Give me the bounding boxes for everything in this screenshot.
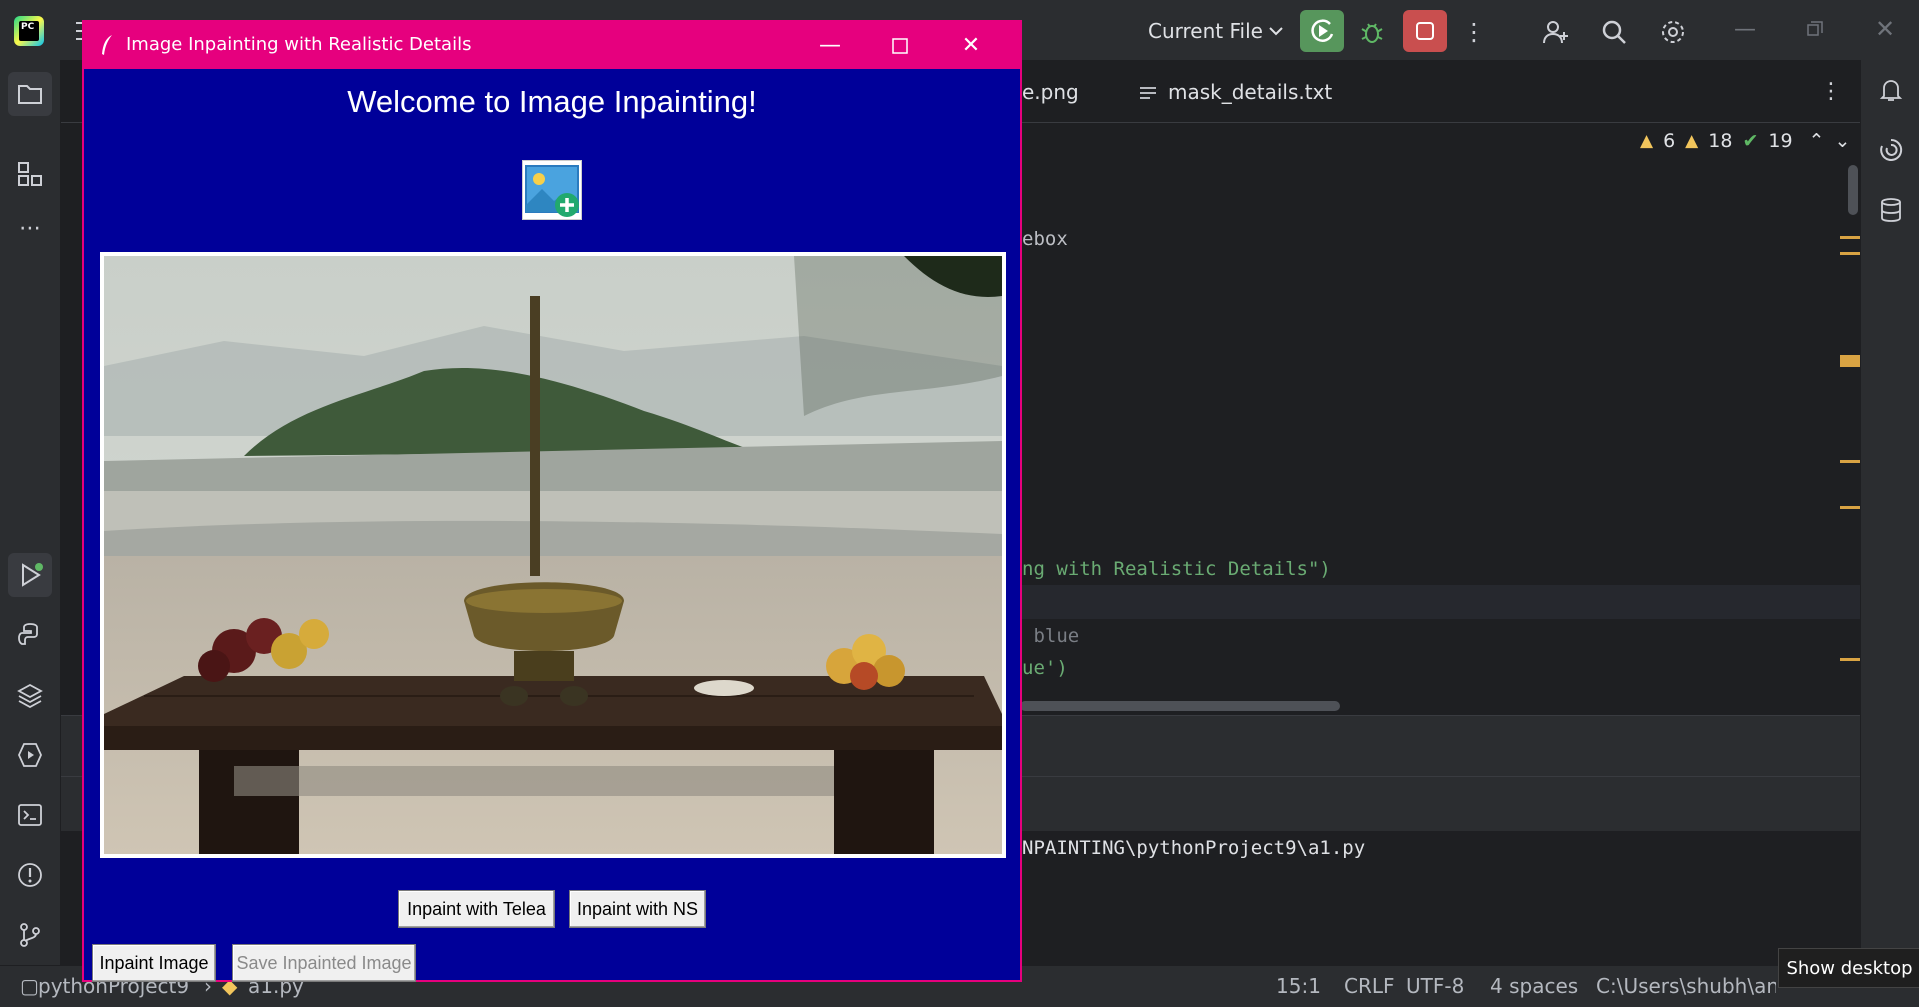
- typo-check-icon: ✔: [1742, 130, 1759, 152]
- add-user-icon[interactable]: [1537, 14, 1573, 50]
- more-icon[interactable]: ⋮: [1462, 14, 1486, 50]
- warning-count: 6: [1663, 130, 1676, 152]
- minimize-icon[interactable]: —: [1730, 14, 1760, 44]
- editor-horizontal-scrollbar[interactable]: [1020, 701, 1340, 711]
- chevron-up-icon[interactable]: ⌃: [1809, 130, 1825, 152]
- tk-feather-icon: [102, 35, 112, 55]
- code-line: ue'): [1022, 657, 1068, 679]
- chevron-down-icon[interactable]: ⌄: [1834, 130, 1850, 152]
- search-icon[interactable]: [1596, 14, 1632, 50]
- maximize-icon[interactable]: [865, 22, 935, 69]
- run-tool-icon[interactable]: [8, 553, 52, 597]
- warning-marker[interactable]: [1840, 252, 1860, 255]
- warning-marker[interactable]: [1840, 658, 1860, 661]
- minimize-icon[interactable]: —: [795, 22, 865, 69]
- current-line-highlight: [1022, 585, 1860, 619]
- rerun-button[interactable]: [1300, 10, 1344, 52]
- inpaint-ns-button[interactable]: Inpaint with NS: [569, 890, 706, 928]
- terminal-icon[interactable]: [12, 797, 48, 833]
- weak-warning-count: 18: [1708, 130, 1733, 152]
- code-line: ebox: [1022, 228, 1068, 250]
- inpaint-image-button[interactable]: Inpaint Image: [92, 944, 216, 982]
- notifications-bell-icon[interactable]: [1873, 72, 1909, 108]
- tab-image-png[interactable]: e.png: [1022, 80, 1079, 104]
- console-path-text: NPAINTING\pythonProject9\a1.py: [1022, 837, 1366, 859]
- left-tool-strip: ⋯: [0, 60, 61, 965]
- editor-vertical-scrollbar[interactable]: [1848, 165, 1858, 215]
- line-separator[interactable]: CRLF: [1344, 974, 1395, 998]
- text-file-icon: [1138, 84, 1158, 102]
- inpaint-telea-button[interactable]: Inpaint with Telea: [398, 890, 555, 928]
- inpainting-app-window: Image Inpainting with Realistic Details …: [82, 20, 1022, 982]
- warning-marker[interactable]: [1840, 236, 1860, 239]
- restore-icon[interactable]: [1800, 14, 1830, 44]
- stop-button[interactable]: [1403, 10, 1447, 52]
- code-line: ng with Realistic Details"): [1022, 558, 1331, 580]
- layers-icon[interactable]: [12, 677, 48, 713]
- tab-mask-details[interactable]: mask_details.txt: [1168, 80, 1332, 104]
- services-icon[interactable]: [12, 737, 48, 773]
- git-icon[interactable]: [12, 917, 48, 953]
- warning-marker[interactable]: [1840, 355, 1860, 367]
- image-preview: [100, 252, 1006, 858]
- structure-icon[interactable]: [12, 156, 48, 192]
- close-ide-icon[interactable]: ✕: [1870, 14, 1900, 44]
- code-line: blue: [1022, 625, 1080, 647]
- database-icon[interactable]: [1873, 192, 1909, 228]
- chevron-down-icon: [1269, 27, 1283, 36]
- tabs-more-icon[interactable]: ⋮: [1819, 78, 1843, 104]
- settings-gear-icon[interactable]: [1655, 14, 1691, 50]
- welcome-heading: Welcome to Image Inpainting!: [347, 84, 757, 119]
- project-breadcrumb-icon: ▢: [20, 974, 39, 998]
- more-tools-icon[interactable]: ⋯: [12, 210, 48, 246]
- caret-position[interactable]: 15:1: [1276, 974, 1321, 998]
- beach-still-life-photo: [104, 256, 1002, 854]
- project-folder-icon[interactable]: [8, 72, 52, 116]
- warning-marker[interactable]: [1840, 506, 1860, 509]
- show-desktop-tooltip: Show desktop: [1778, 948, 1919, 988]
- save-inpainted-image-button[interactable]: Save Inpainted Image: [232, 944, 416, 982]
- close-icon[interactable]: ✕: [936, 22, 1006, 69]
- indent-setting[interactable]: 4 spaces: [1490, 974, 1578, 998]
- right-tool-strip: [1860, 60, 1919, 965]
- problems-icon[interactable]: [12, 857, 48, 893]
- add-image-icon[interactable]: [522, 160, 582, 220]
- inspection-widget[interactable]: ▲ 6 ▲ 18 ✔ 19 ⌃ ⌄: [1640, 130, 1850, 152]
- debug-icon[interactable]: [1352, 14, 1392, 50]
- app-title: Image Inpainting with Realistic Details: [126, 34, 472, 55]
- run-config-label: Current File: [1148, 19, 1263, 43]
- warning-icon: ▲: [1640, 131, 1654, 151]
- app-titlebar[interactable]: Image Inpainting with Realistic Details …: [84, 22, 1020, 69]
- weak-warning-icon: ▲: [1685, 131, 1699, 151]
- interpreter-path[interactable]: C:\Users\shubh\anaconda3: [1596, 974, 1776, 998]
- ai-assistant-icon[interactable]: [1873, 132, 1909, 168]
- file-encoding[interactable]: UTF-8: [1406, 974, 1464, 998]
- run-config-selector[interactable]: Current File: [1148, 14, 1283, 48]
- warning-marker[interactable]: [1840, 460, 1860, 463]
- ok-count: 19: [1768, 130, 1793, 152]
- python-console-icon[interactable]: [12, 617, 48, 653]
- pycharm-logo-icon[interactable]: PC: [14, 16, 44, 46]
